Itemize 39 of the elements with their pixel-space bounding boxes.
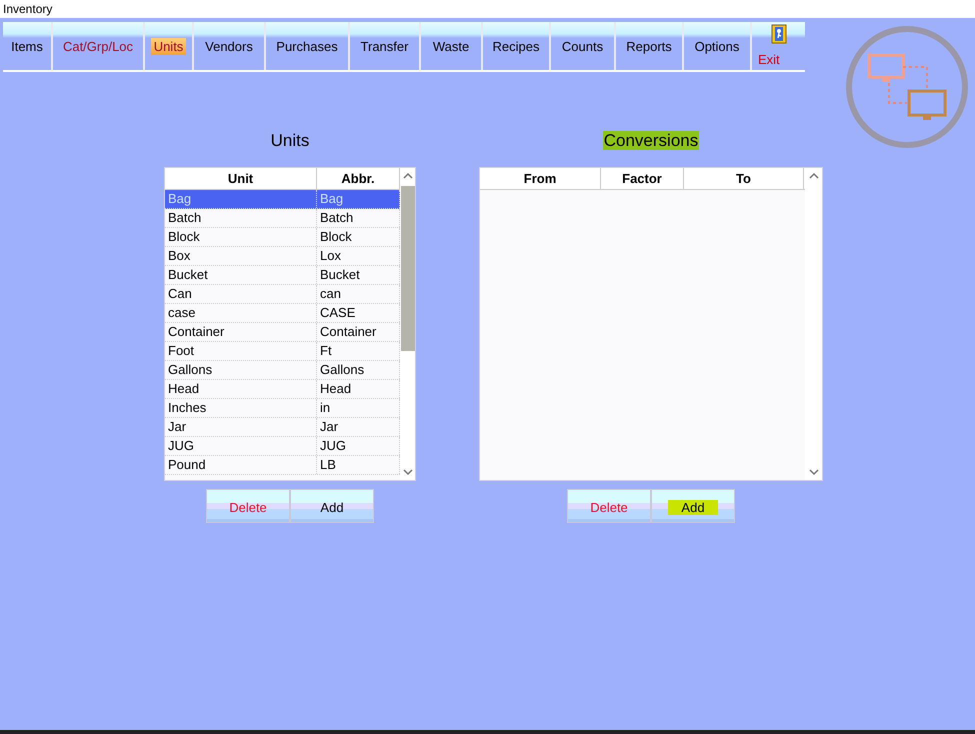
table-cell: Can	[165, 285, 317, 303]
nav-tab[interactable]: Items	[3, 22, 53, 70]
add-button[interactable]: Add	[290, 489, 374, 523]
table-cell: Head	[165, 380, 317, 398]
nav-tab[interactable]: Vendors	[194, 22, 266, 70]
units-heading: Units	[270, 131, 310, 150]
scrollbar[interactable]	[400, 168, 415, 480]
nav-tab[interactable]: Units	[145, 22, 194, 70]
window-title: Inventory	[3, 2, 52, 16]
table-cell: Box	[165, 247, 317, 265]
column-header[interactable]: Factor	[601, 168, 684, 189]
nav-tab[interactable]: Waste	[421, 22, 483, 70]
table-cell: Bucket	[165, 266, 317, 284]
table-cell: Jar	[165, 418, 317, 436]
nav-tab[interactable]: Purchases	[266, 22, 350, 70]
nav-tab[interactable]: Counts	[551, 22, 616, 70]
column-header[interactable]: From	[480, 168, 601, 189]
unit-row[interactable]: Bag Bag	[165, 190, 400, 209]
table-cell: Inches	[165, 399, 317, 417]
table-cell: Container	[165, 323, 317, 341]
table-cell: Bag	[165, 190, 317, 208]
scrollbar[interactable]	[805, 168, 822, 480]
column-header[interactable]: To	[684, 168, 804, 189]
table-cell: Block	[165, 228, 317, 246]
nav-tab[interactable]: Recipes	[483, 22, 551, 70]
table-cell: Foot	[165, 342, 317, 360]
nav-tab[interactable]: Transfer	[350, 22, 421, 70]
table-cell: Pound	[165, 456, 317, 474]
nav-tab[interactable]: Cat/Grp/Loc	[53, 22, 145, 70]
network-computers-icon	[845, 25, 969, 149]
nav-tab[interactable]: Options	[684, 22, 752, 70]
table-cell: JUG	[165, 437, 317, 455]
nav-tab[interactable]: Reports	[616, 22, 684, 70]
table-cell: Batch	[165, 209, 317, 227]
column-header[interactable]: Unit	[165, 168, 317, 189]
add-button[interactable]: Add	[651, 489, 735, 523]
conversions-heading: Conversions	[602, 131, 700, 150]
table-cell: case	[165, 304, 317, 322]
table-cell: Gallons	[165, 361, 317, 379]
